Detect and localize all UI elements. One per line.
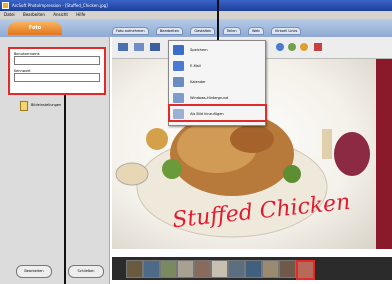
- thumbnail[interactable]: [211, 260, 228, 278]
- tab-teilen[interactable]: Teilen: [222, 27, 241, 35]
- thumbnail[interactable]: [245, 260, 262, 278]
- tab-bearbeiten[interactable]: Bearbeiten: [155, 27, 184, 35]
- password-input[interactable]: [14, 73, 100, 82]
- crop-icon: [314, 43, 322, 51]
- tab-web[interactable]: Web: [247, 27, 264, 35]
- login-form-highlight: Benutzername Kennwort: [8, 47, 106, 95]
- window-title-bar: ArcSoft PhotoImpression - [Stuffed_Chick…: [0, 0, 392, 11]
- tab-foto-aufnehmen[interactable]: Foto aufnehmen: [112, 27, 149, 35]
- thumbnail[interactable]: [177, 260, 194, 278]
- callout-line-top: [217, 0, 219, 40]
- save-icon: [150, 43, 160, 51]
- thumbnail[interactable]: [143, 260, 160, 278]
- callout-line-left: [64, 95, 66, 284]
- menu-item-datei[interactable]: Datei: [4, 12, 15, 17]
- edit-button[interactable]: Bearbeiten: [16, 265, 52, 278]
- thumbnail[interactable]: [194, 260, 211, 278]
- calendar-icon: [173, 77, 184, 87]
- menu-item-save[interactable]: Speichern: [173, 43, 263, 57]
- menu-item-hilfe[interactable]: Hilfe: [76, 12, 85, 17]
- menu-item-save-label: Speichern: [190, 48, 208, 52]
- envelope-icon: [173, 61, 184, 71]
- close-button[interactable]: Schließen: [68, 265, 104, 278]
- thumbnail[interactable]: [126, 260, 143, 278]
- back-icon: [118, 43, 128, 51]
- floppy-disk-icon: [173, 45, 184, 55]
- username-input[interactable]: [14, 56, 100, 65]
- tab-gestalten[interactable]: Gestalten: [190, 27, 216, 35]
- tab-virtuell-links[interactable]: Virtuell Links: [270, 27, 302, 35]
- thumbnail[interactable]: [160, 260, 177, 278]
- zoom-in-icon: [276, 43, 284, 51]
- thumbnail[interactable]: [262, 260, 279, 278]
- tab-foto[interactable]: Foto: [8, 22, 62, 35]
- menu-item-calendar[interactable]: Kalender: [173, 75, 263, 89]
- forward-icon: [134, 43, 144, 51]
- tab-bar: Foto Foto aufnehmen Bearbeiten Gestalten…: [0, 19, 392, 37]
- thumbnail-selected[interactable]: [296, 260, 315, 280]
- menu-item-wallpaper-label: Windows-Hintergrund: [190, 96, 229, 100]
- menu-bar: Datei Bearbeiten Ansicht Hilfe: [0, 11, 392, 19]
- rotate-icon: [300, 43, 308, 51]
- menu-item-email-label: E-Mail: [190, 64, 201, 68]
- file-label[interactable]: Bildeinstellungen: [31, 103, 61, 107]
- dropdown-item-highlight: [168, 104, 267, 122]
- menu-item-email[interactable]: E-Mail: [173, 59, 263, 73]
- menu-item-wallpaper[interactable]: Windows-Hintergrund: [173, 91, 263, 105]
- menu-item-bearbeiten[interactable]: Bearbeiten: [23, 12, 45, 17]
- tab-list: Foto aufnehmen Bearbeiten Gestalten Teil…: [112, 27, 384, 35]
- right-photo-edge: [376, 59, 392, 249]
- monitor-icon: [173, 93, 184, 103]
- file-icon[interactable]: [20, 101, 28, 111]
- menu-item-ansicht[interactable]: Ansicht: [53, 12, 68, 17]
- thumbnail[interactable]: [228, 260, 245, 278]
- filmstrip: [112, 257, 392, 280]
- thumbnail[interactable]: [279, 260, 296, 278]
- menu-item-calendar-label: Kalender: [190, 80, 206, 84]
- window-title: ArcSoft PhotoImpression - [Stuffed_Chick…: [12, 3, 108, 8]
- app-icon: [2, 2, 9, 9]
- zoom-out-icon: [288, 43, 296, 51]
